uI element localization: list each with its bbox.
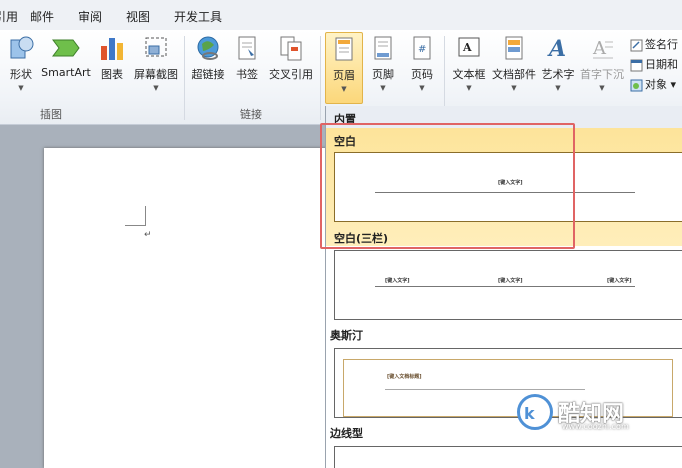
gallery-item-title: 奥斯汀 <box>330 329 363 342</box>
wordart-button[interactable]: A 艺术字 ▼ <box>540 34 576 104</box>
chevron-down-icon: ▼ <box>18 84 24 92</box>
group-label-illustrations: 插图 <box>40 108 62 121</box>
dropcap-icon: A <box>592 38 613 59</box>
header-button[interactable]: 页眉 ▼ <box>325 32 363 104</box>
placeholder-text: [键入文档标题] <box>387 374 422 380</box>
page-number-label: 页码 <box>411 68 433 81</box>
document-page[interactable] <box>44 148 344 468</box>
group-separator <box>320 36 321 120</box>
object-label: 对象 <box>645 78 667 91</box>
shapes-icon <box>10 36 34 59</box>
globe-link-icon <box>197 36 219 60</box>
header-icon <box>335 37 353 61</box>
cross-reference-button[interactable]: 交叉引用 <box>266 34 316 104</box>
hyperlink-button[interactable]: 超链接 <box>188 34 228 104</box>
page-number-icon: # <box>413 36 431 60</box>
quick-parts-button[interactable]: 文档部件 ▼ <box>490 34 538 104</box>
textbox-button[interactable]: A 文本框 ▼ <box>450 34 488 104</box>
svg-text:A: A <box>547 36 566 62</box>
gallery-item-title: 边线型 <box>330 427 363 440</box>
header-rule <box>385 389 585 390</box>
tab-developer[interactable]: 开发工具 <box>174 8 222 25</box>
tab-view[interactable]: 视图 <box>126 8 150 25</box>
shapes-label: 形状 <box>10 68 32 81</box>
gallery-item-sideline[interactable] <box>334 446 682 468</box>
screenshot-icon <box>145 37 167 57</box>
dropcap-label: 首字下沉 <box>580 68 624 81</box>
gallery-item-blank-three-columns[interactable]: [键入文字] [键入文字] [键入文字] <box>334 250 682 320</box>
watermark-logo: k <box>517 394 553 430</box>
header-rule <box>375 286 635 287</box>
tab-mailings[interactable]: 邮件 <box>30 8 54 25</box>
quick-parts-icon <box>505 36 523 60</box>
screenshot-button[interactable]: 屏幕截图 ▼ <box>131 34 181 104</box>
object-icon <box>630 79 643 91</box>
margin-corner-mark <box>145 206 146 226</box>
gallery-item-austin[interactable]: [键入文档标题] <box>334 348 682 418</box>
chevron-down-icon: ▼ <box>555 84 561 92</box>
chevron-down-icon: ▼ <box>380 84 386 92</box>
chart-label: 图表 <box>101 68 123 81</box>
svg-text:A: A <box>462 41 472 54</box>
ribbon-tabs: 引用 邮件 审阅 视图 开发工具 <box>0 0 682 30</box>
footer-button[interactable]: 页脚 ▼ <box>367 34 399 104</box>
chevron-down-icon: ▼ <box>153 84 159 92</box>
placeholder-text: [键入文字] <box>498 278 523 284</box>
page-number-button[interactable]: # 页码 ▼ <box>406 34 438 104</box>
bar-chart-icon <box>101 38 123 60</box>
smartart-icon <box>52 39 80 57</box>
watermark-logo-icon: k <box>524 404 535 423</box>
chevron-down-icon: ▼ <box>419 84 425 92</box>
watermark-url: www.coozhi.com <box>562 422 629 431</box>
signature-line-button[interactable]: 签名行 <box>630 36 678 52</box>
hyperlink-label: 超链接 <box>191 68 225 81</box>
signature-icon <box>630 39 643 51</box>
chevron-down-icon: ▼ <box>341 85 347 93</box>
date-time-button[interactable]: 日期和 <box>630 56 678 72</box>
header-label: 页眉 <box>333 69 355 82</box>
tab-review[interactable]: 审阅 <box>78 8 102 25</box>
wordart-label: 艺术字 <box>541 68 575 81</box>
margin-corner-mark <box>125 225 145 226</box>
date-time-label: 日期和 <box>645 58 678 71</box>
placeholder-text: [键入文字] <box>607 278 632 284</box>
footer-label: 页脚 <box>372 68 394 81</box>
chevron-down-icon: ▼ <box>599 84 605 92</box>
footer-icon <box>374 36 392 60</box>
highlight-annotation-box <box>320 123 575 249</box>
tab-references[interactable]: 引用 <box>0 8 18 25</box>
bookmark-icon <box>238 36 256 60</box>
group-separator <box>184 36 185 120</box>
cross-reference-label: 交叉引用 <box>269 68 313 81</box>
svg-text:k: k <box>524 404 535 423</box>
chart-button[interactable]: 图表 <box>96 34 128 104</box>
textbox-label: 文本框 <box>452 68 486 81</box>
placeholder-text: [键入文字] <box>385 278 410 284</box>
svg-text:A: A <box>592 38 607 59</box>
shapes-button[interactable]: 形状 ▼ <box>4 34 38 104</box>
wordart-icon: A <box>547 36 566 62</box>
cross-reference-icon <box>280 36 302 61</box>
smartart-button[interactable]: SmartArt <box>40 34 92 104</box>
calendar-icon <box>630 59 643 71</box>
dropcap-button[interactable]: A 首字下沉 ▼ <box>579 34 625 104</box>
chevron-down-icon: ▼ <box>466 84 472 92</box>
smartart-label: SmartArt <box>41 66 91 79</box>
bookmark-button[interactable]: 书签 <box>233 34 261 104</box>
paragraph-mark: ↵ <box>144 230 152 240</box>
svg-text:#: # <box>418 44 426 55</box>
chevron-down-icon: ▼ <box>511 84 517 92</box>
bookmark-label: 书签 <box>236 68 258 81</box>
textbox-icon: A <box>458 37 480 57</box>
object-button[interactable]: 对象 ▾ <box>630 76 676 92</box>
quick-parts-label: 文档部件 <box>492 68 536 81</box>
group-label-links: 链接 <box>240 108 262 121</box>
screenshot-label: 屏幕截图 <box>134 68 178 81</box>
signature-line-label: 签名行 <box>645 38 678 51</box>
